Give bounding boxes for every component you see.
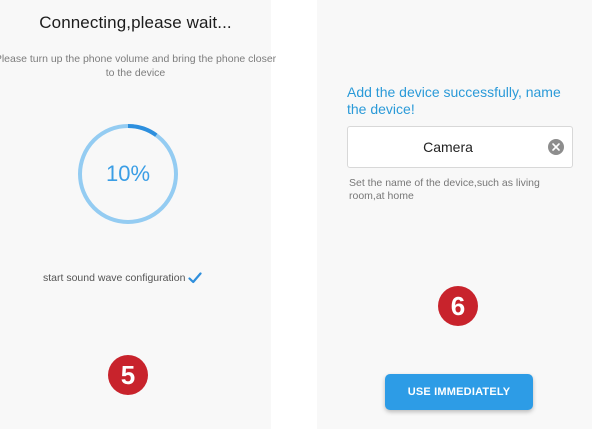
clear-icon[interactable] [548, 139, 564, 155]
status-text: start sound wave configuration [43, 272, 186, 284]
progress-percent: 10% [105, 161, 151, 186]
device-name-hint: Set the name of the device,such as livin… [349, 177, 540, 202]
success-message: Add the device successfully, name the de… [347, 84, 561, 117]
device-name-field [347, 126, 573, 168]
step-badge-6: 6 [438, 286, 478, 326]
progress-ring: 10% [76, 122, 180, 226]
connecting-title: Connecting,please wait... [39, 13, 232, 32]
connecting-instruction: Please turn up the phone volume and brin… [0, 53, 277, 79]
naming-screen [317, 0, 592, 429]
checkmark-icon [188, 271, 203, 285]
device-name-input[interactable] [358, 127, 538, 167]
status-row: start sound wave configuration [43, 270, 203, 286]
use-immediately-button[interactable]: USE IMMEDIATELY [385, 374, 533, 410]
step-badge-5: 5 [108, 355, 148, 395]
